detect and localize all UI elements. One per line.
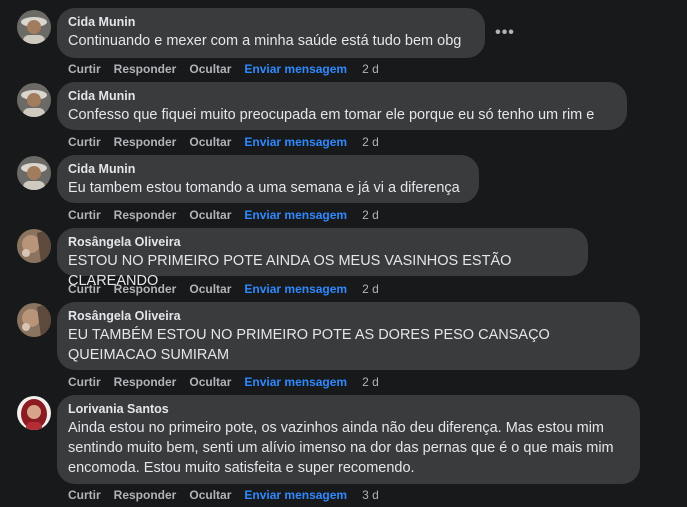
reply-button[interactable]: Responder [114,61,177,77]
comment-author[interactable]: Cida Munin [68,162,467,177]
comment-timestamp[interactable]: 2 d [362,207,379,223]
comment-timestamp[interactable]: 2 d [362,61,379,77]
comment-actions: Curtir Responder Ocultar Enviar mensagem 2 d [68,281,392,297]
comment-bubble: Cida Munin Confesso que fiquei muito pre… [57,82,627,130]
hide-button[interactable]: Ocultar [189,374,231,390]
comment-text: Confesso que fiquei muito preocupada em … [68,107,595,123]
comment-timestamp[interactable]: 2 d [362,134,379,150]
avatar[interactable] [17,396,51,430]
send-message-button[interactable]: Enviar mensagem [244,134,347,150]
comment-actions: Curtir Responder Ocultar Enviar mensagem 2 d [68,61,392,77]
hide-button[interactable]: Ocultar [189,487,231,503]
reply-button[interactable]: Responder [114,207,177,223]
avatar[interactable] [17,156,51,190]
hide-button[interactable]: Ocultar [189,281,231,297]
send-message-button[interactable]: Enviar mensagem [244,374,347,390]
hide-button[interactable]: Ocultar [189,61,231,77]
avatar[interactable] [17,303,51,337]
comment-bubble: Rosângela Oliveira ESTOU NO PRIMEIRO POT… [57,228,588,289]
comment-bubble: Cida Munin Continuando e mexer com a min… [57,8,485,58]
send-message-button[interactable]: Enviar mensagem [244,281,347,297]
reply-button[interactable]: Responder [114,374,177,390]
comment-text: Continuando e mexer com a minha saúde es… [68,33,462,49]
comment-author[interactable]: Lorivania Santos [68,402,628,417]
send-message-button[interactable]: Enviar mensagem [244,207,347,223]
like-button[interactable]: Curtir [68,281,101,297]
avatar[interactable] [17,83,51,117]
like-button[interactable]: Curtir [68,61,101,77]
reply-button[interactable]: Responder [114,134,177,150]
comment-text: EU TAMBÉM ESTOU NO PRIMEIRO POTE AS DORE… [68,327,550,363]
reply-button[interactable]: Responder [114,281,177,297]
hide-button[interactable]: Ocultar [189,134,231,150]
comment-author[interactable]: Cida Munin [68,15,473,30]
comment-bubble: Cida Munin Eu tambem estou tomando a uma… [57,155,479,203]
comment-author[interactable]: Cida Munin [68,89,615,104]
comment-author[interactable]: Rosângela Oliveira [68,309,628,324]
send-message-button[interactable]: Enviar mensagem [244,61,347,77]
comment-timestamp[interactable]: 3 d [362,487,379,503]
comment-actions: Curtir Responder Ocultar Enviar mensagem 3 d [68,487,392,503]
comment-text: Ainda estou no primeiro pote, os vazinho… [68,420,614,476]
comment-actions: Curtir Responder Ocultar Enviar mensagem 2 d [68,374,392,390]
comment-bubble: Lorivania Santos Ainda estou no primeiro… [57,395,640,484]
avatar[interactable] [17,10,51,44]
comment-bubble: Rosângela Oliveira EU TAMBÉM ESTOU NO PR… [57,302,640,370]
like-button[interactable]: Curtir [68,374,101,390]
comment-author[interactable]: Rosângela Oliveira [68,235,576,250]
comment-text: Eu tambem estou tomando a uma semana e j… [68,180,460,196]
avatar[interactable] [17,229,51,263]
comment-timestamp[interactable]: 2 d [362,374,379,390]
more-horizontal-icon[interactable]: ••• [494,22,516,44]
comment-actions: Curtir Responder Ocultar Enviar mensagem 2 d [68,207,392,223]
reply-button[interactable]: Responder [114,487,177,503]
hide-button[interactable]: Ocultar [189,207,231,223]
like-button[interactable]: Curtir [68,134,101,150]
send-message-button[interactable]: Enviar mensagem [244,487,347,503]
like-button[interactable]: Curtir [68,207,101,223]
like-button[interactable]: Curtir [68,487,101,503]
comment-timestamp[interactable]: 2 d [362,281,379,297]
comment-actions: Curtir Responder Ocultar Enviar mensagem 2 d [68,134,392,150]
